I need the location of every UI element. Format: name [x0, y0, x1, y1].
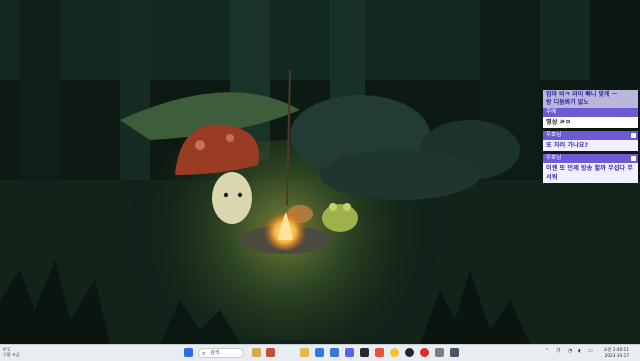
- clock-date: 2023-10-17: [604, 352, 629, 358]
- media-icon[interactable]: [420, 348, 429, 357]
- search-icon: ⌕: [202, 350, 206, 357]
- chat-text: 또 자러 가나요?: [543, 140, 638, 151]
- chat-username: 우호님: [543, 131, 638, 140]
- obs-icon[interactable]: [360, 348, 369, 357]
- chat-text: 이젠 또 언제 방송 할까 무섭다 무서워: [543, 163, 638, 183]
- weather-widget[interactable]: 9°C 구름 조금: [3, 347, 20, 357]
- steam-icon[interactable]: [405, 348, 414, 357]
- chat-fragment-line2: 랑 디둠봐가 없노: [546, 99, 589, 106]
- desktop: 엄마 비ㅋ 라이 빠니 맞게 ㅡ 랑 디둠봐가 없노 우혜 영상 ㄹㅇ 우호님 …: [0, 0, 640, 344]
- volume-icon[interactable]: ◖: [578, 348, 581, 354]
- windows-start-icon[interactable]: [184, 348, 193, 357]
- chat-overlay: 엄마 비ㅋ 라이 빠니 맞게 ㅡ 랑 디둠봐가 없노 우혜 영상 ㄹㅇ 우호님 …: [543, 90, 638, 186]
- file-explorer-icon[interactable]: [300, 348, 309, 357]
- chat-message-partial: 엄마 비ㅋ 라이 빠니 맞게 ㅡ 랑 디둠봐가 없노: [543, 90, 638, 108]
- chat-message: 우호님 또 자러 가나요?: [543, 131, 638, 151]
- search-box[interactable]: ⌕ 검색: [198, 348, 244, 358]
- chrome-icon[interactable]: [390, 348, 399, 357]
- chat-username-text: 우호님: [546, 132, 562, 138]
- search-placeholder: 검색: [210, 350, 220, 356]
- chat-username: 우혜: [543, 108, 638, 117]
- chat-fragment-line1: 엄마 비ㅋ 라이 빠니 맞게 ㅡ: [546, 91, 618, 98]
- tray-lang[interactable]: 가: [556, 348, 561, 354]
- wifi-icon[interactable]: ◔: [568, 348, 572, 354]
- calculator-icon[interactable]: [450, 348, 459, 357]
- app-icon[interactable]: [375, 348, 384, 357]
- chat-username-text: 우호님: [546, 155, 562, 161]
- clock-time: 오전 2:40:11: [603, 347, 629, 352]
- chat-message: 우혜 영상 ㄹㅇ: [543, 108, 638, 128]
- discord-icon[interactable]: [345, 348, 354, 357]
- task-view-icon[interactable]: [252, 348, 261, 357]
- weather-desc: 구름 조금: [3, 352, 20, 357]
- tray-overflow-icon[interactable]: ⌃: [545, 348, 549, 354]
- widget-icon[interactable]: [266, 348, 275, 357]
- chat-message: 우호님 이젠 또 언제 방송 할까 무섭다 무서워: [543, 154, 638, 183]
- taskbar: 9°C 구름 조금 ⌕ 검색 ⌃ 가 ◔ ◖ ▭ 오전 2:40:11 2023…: [0, 344, 640, 361]
- battery-icon[interactable]: ▭: [588, 348, 593, 354]
- system-clock[interactable]: 오전 2:40:11 2023-10-17: [601, 347, 629, 358]
- badge-icon: [631, 133, 636, 138]
- settings-icon[interactable]: [435, 348, 444, 357]
- chat-text: 영상 ㄹㅇ: [543, 117, 638, 128]
- chat-username: 우호님: [543, 154, 638, 163]
- mail-icon[interactable]: [330, 348, 339, 357]
- store-icon[interactable]: [315, 348, 324, 357]
- badge-icon: [631, 156, 636, 161]
